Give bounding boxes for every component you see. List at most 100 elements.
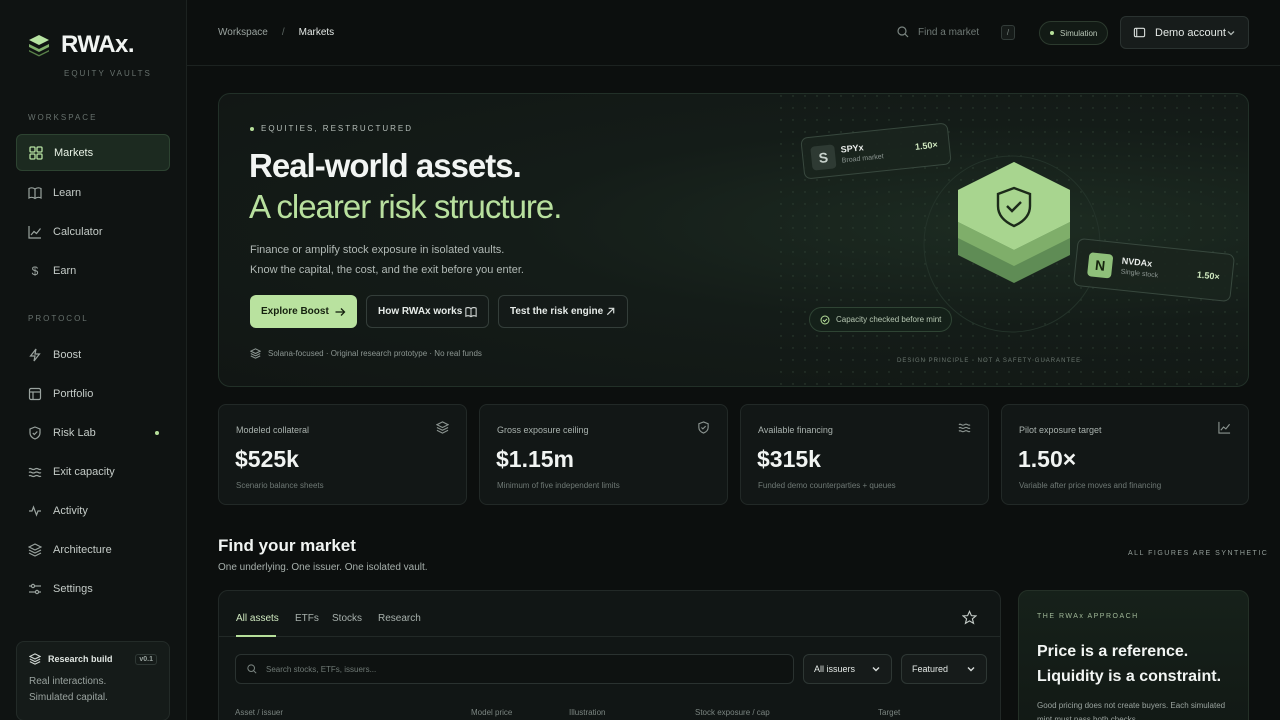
market-search-input[interactable]: Search stocks, ETFs, issuers... xyxy=(235,654,794,684)
layers-icon xyxy=(28,542,42,557)
hero-description-line2: Know the capital, the cost, and the exit… xyxy=(250,264,524,276)
breadcrumb-workspace[interactable]: Workspace xyxy=(218,27,268,38)
tab-stocks[interactable]: Stocks xyxy=(332,613,362,624)
hero-eyebrow: EQUITIES, RESTRUCTURED xyxy=(250,124,413,133)
column-header-asset[interactable]: Asset / issuer xyxy=(235,708,283,717)
logo[interactable]: RWAx. xyxy=(27,31,135,59)
find-market-title: Find your market xyxy=(218,536,356,555)
research-build-line1: Real interactions. xyxy=(29,676,107,687)
top-search[interactable]: Find a market xyxy=(897,26,979,38)
chart-line-icon xyxy=(1218,421,1231,439)
synthetic-figures-note: ALL FIGURES ARE SYNTHETIC xyxy=(1128,550,1269,557)
how-it-works-label: How RWAx works xyxy=(378,306,463,317)
sliders-icon xyxy=(28,582,42,596)
layers-icon xyxy=(250,348,261,359)
hero-footnote: Solana-focused · Original research proto… xyxy=(250,348,482,359)
tab-etfs[interactable]: ETFs xyxy=(295,613,319,624)
nvdax-token-name: NVDAx xyxy=(1121,255,1153,269)
simulation-badge: Simulation xyxy=(1039,21,1109,45)
spyx-token-letter: S xyxy=(810,144,837,171)
sidebar-item-architecture[interactable]: Architecture xyxy=(16,531,170,568)
hero-eyebrow-text: EQUITIES, RESTRUCTURED xyxy=(261,124,414,133)
hero-banner: EQUITIES, RESTRUCTURED Real-world assets… xyxy=(218,93,1249,387)
stat-card-modeled-collateral: Modeled collateral $525k Scenario balanc… xyxy=(218,404,467,505)
stat-sub: Funded demo counterparties + queues xyxy=(758,481,896,490)
approach-title-line1: Price is a reference. xyxy=(1037,643,1189,660)
stat-value: 1.50× xyxy=(1018,446,1077,472)
sort-value: Featured xyxy=(912,664,949,674)
hero-description: Finance or amplify stock exposure in iso… xyxy=(250,240,524,280)
topbar: Workspace / Markets Find a market / Simu… xyxy=(187,0,1280,66)
sidebar-item-earn[interactable]: $ Earn xyxy=(16,252,170,289)
stat-label: Available financing xyxy=(758,425,833,435)
sidebar-item-learn[interactable]: Learn xyxy=(16,174,170,211)
approach-title: Price is a reference. Liquidity is a con… xyxy=(1037,639,1247,689)
sidebar-item-label: Markets xyxy=(54,146,94,159)
sidebar-item-exit-capacity[interactable]: Exit capacity xyxy=(16,453,170,490)
stat-sub: Minimum of five independent limits xyxy=(497,481,620,490)
account-button[interactable]: Demo account xyxy=(1120,16,1249,49)
column-header-target[interactable]: Target xyxy=(878,708,900,717)
sidebar-item-label: Portfolio xyxy=(53,387,94,400)
capacity-check-text: Capacity checked before mint xyxy=(836,315,942,324)
simulation-badge-label: Simulation xyxy=(1060,28,1098,38)
sidebar-item-settings[interactable]: Settings xyxy=(16,570,170,607)
nvdax-token-value: 1.50× xyxy=(1196,269,1221,282)
research-build-line2: Simulated capital. xyxy=(29,692,108,703)
capacity-check-pill: Capacity checked before mint xyxy=(809,307,953,332)
chart-line-icon xyxy=(28,225,42,239)
column-header-illustration: Illustration xyxy=(569,708,606,717)
explore-boost-button[interactable]: Explore Boost xyxy=(250,295,357,328)
search-icon xyxy=(247,664,257,674)
star-icon[interactable] xyxy=(962,610,977,625)
chevron-down-icon xyxy=(967,667,975,672)
chevron-down-icon xyxy=(872,667,880,672)
issuer-filter-value: All issuers xyxy=(814,664,856,674)
tab-research[interactable]: Research xyxy=(378,613,421,624)
hero-description-line1: Finance or amplify stock exposure in iso… xyxy=(250,244,505,256)
grid-icon xyxy=(29,145,43,160)
sidebar-item-boost[interactable]: Boost xyxy=(16,336,170,373)
risk-lab-status-dot xyxy=(155,430,159,435)
stat-card-available-financing: Available financing $315k Funded demo co… xyxy=(740,404,989,505)
bolt-icon xyxy=(28,348,42,362)
wallet-icon xyxy=(1133,27,1146,38)
sidebar-item-markets[interactable]: Markets xyxy=(16,134,170,171)
search-icon xyxy=(897,26,909,38)
sidebar-item-label: Settings xyxy=(53,582,93,595)
approach-eyebrow: THE RWAx APPROACH xyxy=(1037,613,1139,620)
sidebar-item-label: Calculator xyxy=(53,225,103,238)
status-dot xyxy=(1050,31,1054,35)
logo-icon xyxy=(29,35,49,57)
arrow-up-right-icon xyxy=(606,307,615,316)
issuer-filter-select[interactable]: All issuers xyxy=(803,654,892,684)
active-tab-indicator xyxy=(236,635,276,637)
sidebar: RWAx. EQUITY VAULTS WORKSPACE Markets Le… xyxy=(0,0,187,720)
column-header-model-price[interactable]: Model price xyxy=(471,708,512,717)
brand-name: RWAx. xyxy=(61,31,135,58)
test-risk-engine-button[interactable]: Test the risk engine xyxy=(498,295,628,328)
sort-select[interactable]: Featured xyxy=(901,654,987,684)
column-header-stock-exposure[interactable]: Stock exposure / cap xyxy=(695,708,770,717)
approach-card: THE RWAx APPROACH Price is a reference. … xyxy=(1018,590,1249,720)
workspace-section-label: WORKSPACE xyxy=(28,113,98,122)
market-tabs: All assets ETFs Stocks Research xyxy=(219,591,1000,637)
sidebar-item-calculator[interactable]: Calculator xyxy=(16,213,170,250)
nvdax-token-letter: N xyxy=(1087,252,1114,279)
breadcrumb-separator: / xyxy=(281,27,285,38)
approach-title-line2: Liquidity is a constraint. xyxy=(1037,668,1222,685)
eyebrow-dot xyxy=(250,126,254,131)
sidebar-item-activity[interactable]: Activity xyxy=(16,492,170,529)
layers-icon xyxy=(29,653,41,665)
shield-icon xyxy=(697,421,710,439)
briefcase-icon xyxy=(28,387,42,401)
sidebar-item-risk-lab[interactable]: Risk Lab xyxy=(16,414,170,451)
how-it-works-button[interactable]: How RWAx works xyxy=(366,295,489,328)
stat-sub: Scenario balance sheets xyxy=(236,481,324,490)
stat-card-gross-exposure: Gross exposure ceiling $1.15m Minimum of… xyxy=(479,404,728,505)
spyx-token-name: SPYx xyxy=(840,142,865,155)
arrow-right-icon xyxy=(335,307,346,316)
sidebar-item-label: Architecture xyxy=(53,543,112,556)
sidebar-item-portfolio[interactable]: Portfolio xyxy=(16,375,170,412)
tab-all-assets[interactable]: All assets xyxy=(236,613,279,624)
